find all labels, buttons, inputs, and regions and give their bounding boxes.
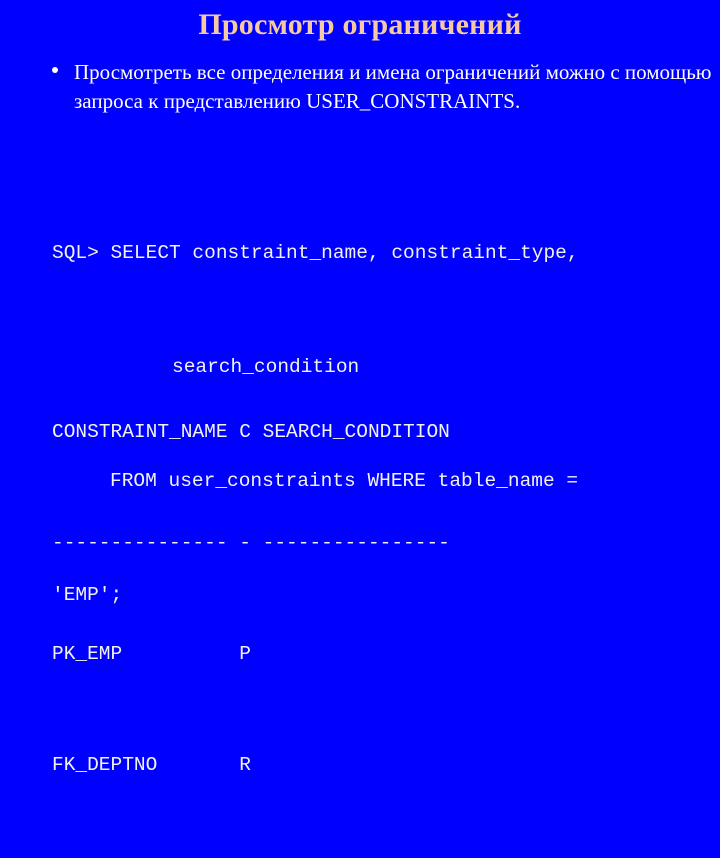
page-title: Просмотр ограничений — [198, 8, 522, 41]
list-item: Просмотреть все определения и имена огра… — [52, 58, 712, 116]
result-separator-row: --------------- - ---------------- — [52, 532, 450, 554]
result-header-row: CONSTRAINT_NAME C SEARCH_CONDITION — [52, 421, 450, 443]
code-line-select: SQL> SELECT constraint_name, constraint_… — [52, 242, 579, 264]
table-row: FK_DEPTNO R — [52, 754, 251, 776]
presentation-slide: Просмотр ограничений Просмотреть все опр… — [0, 0, 720, 776]
bullet-list: Просмотреть все определения и имена огра… — [52, 58, 712, 116]
bullet-point-icon — [52, 58, 74, 73]
sql-result-output: CONSTRAINT_NAME C SEARCH_CONDITION -----… — [52, 340, 720, 858]
bullet-item-text: Просмотреть все определения и имена огра… — [74, 60, 712, 113]
table-row: PK_EMP P — [52, 643, 251, 665]
